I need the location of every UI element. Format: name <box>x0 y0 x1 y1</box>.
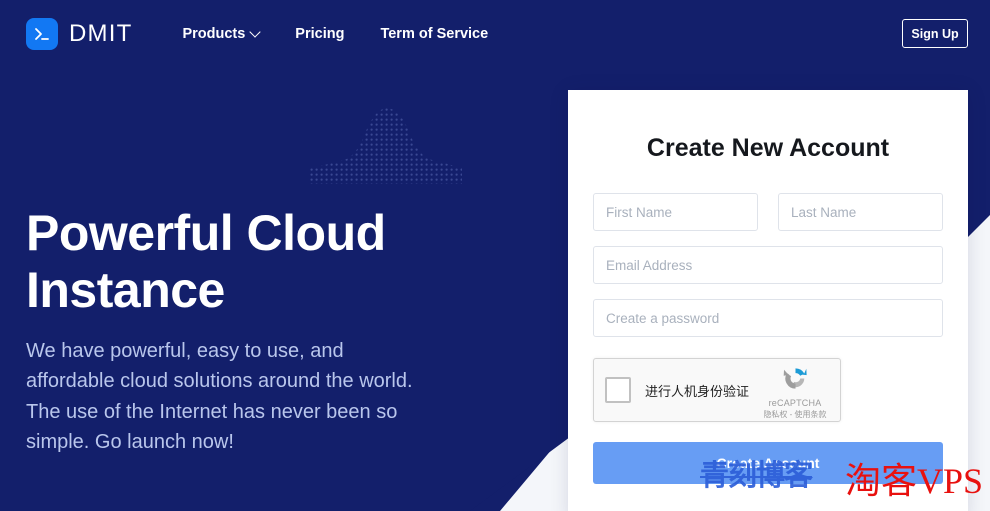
dotted-hill-decoration <box>310 98 462 184</box>
chevron-down-icon <box>250 26 261 37</box>
first-name-input[interactable] <box>593 193 758 231</box>
hero-subtitle: We have powerful, easy to use, and affor… <box>26 336 416 458</box>
brand-name: DMIT <box>69 20 132 48</box>
nav-link-pricing[interactable]: Pricing <box>295 26 344 42</box>
hero-section: Powerful Cloud Instance We have powerful… <box>26 205 456 458</box>
top-navbar: DMIT Products Pricing Term of Service Si… <box>0 0 990 68</box>
last-name-input[interactable] <box>778 193 943 231</box>
name-row <box>593 193 943 246</box>
nav-link-pricing-label: Pricing <box>295 26 344 42</box>
nav-link-tos-label: Term of Service <box>380 26 488 42</box>
card-title: Create New Account <box>593 90 943 163</box>
signup-form: 进行人机身份验证 reCAPTCHA 隐私权 - 使用条款 Create Acc… <box>593 193 943 484</box>
nav-link-term-of-service[interactable]: Term of Service <box>380 26 488 42</box>
page-root: DMIT Products Pricing Term of Service Si… <box>0 0 990 511</box>
recaptcha-widget[interactable]: 进行人机身份验证 reCAPTCHA 隐私权 - 使用条款 <box>593 358 841 422</box>
recaptcha-branding: reCAPTCHA 隐私权 - 使用条款 <box>759 365 831 420</box>
hero-title-line1: Powerful Cloud <box>26 205 456 262</box>
nav-link-products[interactable]: Products <box>182 26 259 42</box>
signup-button[interactable]: Sign Up <box>902 19 968 48</box>
signup-card: Create New Account 进行人机身份验证 <box>568 90 968 511</box>
email-input[interactable] <box>593 246 943 284</box>
recaptcha-terms-text[interactable]: 隐私权 - 使用条款 <box>759 409 831 420</box>
hero-title-line2: Instance <box>26 262 456 319</box>
recaptcha-logo-icon <box>782 365 809 392</box>
recaptcha-brand-text: reCAPTCHA <box>759 398 831 408</box>
create-account-button[interactable]: Create Account <box>593 442 943 484</box>
password-input[interactable] <box>593 299 943 337</box>
nav-links: Products Pricing Term of Service <box>182 26 488 42</box>
terminal-prompt-icon <box>26 18 58 50</box>
recaptcha-label: 进行人机身份验证 <box>645 381 749 400</box>
brand-logo[interactable]: DMIT <box>26 18 132 50</box>
recaptcha-checkbox[interactable] <box>605 377 631 403</box>
hero-title: Powerful Cloud Instance <box>26 205 456 318</box>
nav-link-products-label: Products <box>182 26 245 42</box>
